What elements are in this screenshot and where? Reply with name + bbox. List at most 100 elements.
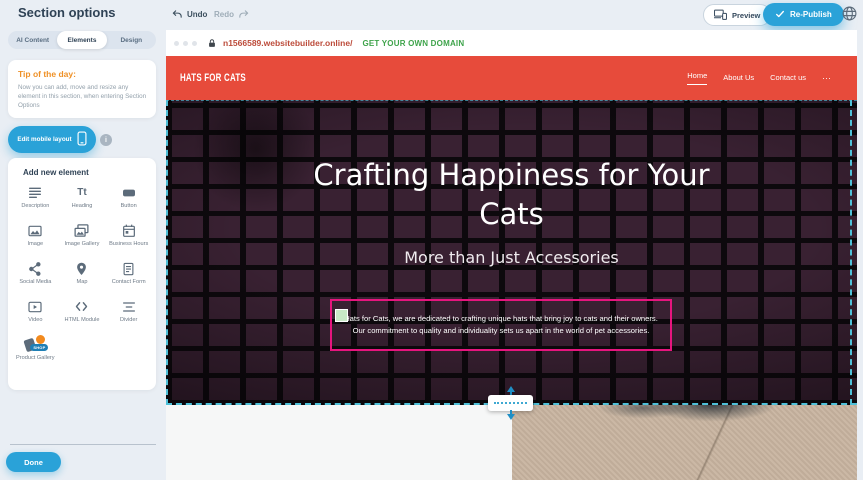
- add-element-description[interactable]: Description: [12, 184, 59, 216]
- done-button[interactable]: Done: [6, 452, 61, 472]
- contact-form-icon: [121, 260, 136, 277]
- republish-button[interactable]: Re-Publish: [763, 3, 844, 26]
- tab-label: Elements: [68, 37, 97, 44]
- site-logo[interactable]: HATS FOR CATS: [180, 72, 246, 84]
- preview-button[interactable]: Preview: [703, 4, 771, 26]
- element-label: Button: [121, 203, 137, 210]
- element-label: Description: [21, 203, 49, 210]
- shop-label: SHOP: [30, 344, 48, 351]
- tip-body: Now you can add, move and resize any ele…: [18, 83, 148, 110]
- element-label: Video: [28, 317, 42, 324]
- element-label: Divider: [120, 317, 137, 324]
- tip-of-the-day-card: Tip of the day: Now you can add, move an…: [8, 60, 156, 118]
- add-element-image[interactable]: Image: [12, 222, 59, 254]
- undo-label: Undo: [187, 10, 207, 19]
- element-label: Product Gallery: [16, 355, 55, 362]
- lock-icon: [207, 38, 217, 49]
- info-icon[interactable]: i: [100, 134, 112, 146]
- add-element-heading[interactable]: Tt Heading: [59, 184, 106, 216]
- add-element-product-gallery[interactable]: SHOP Product Gallery: [12, 336, 59, 368]
- get-domain-link[interactable]: GET YOUR OWN DOMAIN: [362, 39, 464, 48]
- phone-icon: [77, 131, 87, 148]
- undo-icon: [172, 9, 183, 20]
- browser-bar: n1566589.websitebuilder.online/ GET YOUR…: [166, 30, 857, 56]
- social-media-icon: [27, 260, 43, 277]
- description-icon: [27, 184, 43, 201]
- section-resize-handle[interactable]: [488, 395, 533, 411]
- add-element-contact-form[interactable]: Contact Form: [105, 260, 152, 292]
- done-label: Done: [24, 458, 43, 467]
- add-element-panel: Add new element Description Tt Heading B…: [8, 158, 156, 390]
- redo-label: Redo: [214, 10, 234, 19]
- add-element-divider[interactable]: Divider: [105, 298, 152, 330]
- hero-subheading[interactable]: More than Just Accessories: [166, 248, 857, 267]
- button-icon: [121, 184, 137, 201]
- section-border-top: [166, 100, 857, 101]
- hero-text-element-selected[interactable]: Hats for Cats, we are dedicated to craft…: [330, 299, 672, 351]
- hero-body-text: Hats for Cats, we are dedicated to craft…: [340, 313, 662, 337]
- next-section-image[interactable]: [512, 405, 857, 480]
- site-url: n1566589.websitebuilder.online/: [223, 38, 352, 48]
- app-window: Section options Undo Redo Preview Re-Pub…: [0, 0, 863, 480]
- resize-arrow-down-icon: [507, 414, 515, 420]
- add-element-title: Add new element: [23, 168, 89, 177]
- element-grid: Description Tt Heading Button Image: [12, 184, 152, 368]
- product-gallery-icon: SHOP: [24, 336, 46, 353]
- tip-title: Tip of the day:: [18, 69, 76, 79]
- hero-section[interactable]: Crafting Happiness for Your Cats More th…: [166, 100, 857, 405]
- hero-heading-text: Crafting Happiness for Your Cats: [297, 156, 727, 234]
- add-element-map[interactable]: Map: [59, 260, 106, 292]
- devices-icon: [714, 9, 727, 22]
- page-title: Section options: [18, 5, 116, 20]
- video-icon: [27, 298, 43, 315]
- edit-mobile-layout-button[interactable]: Edit mobile layout: [8, 126, 96, 153]
- republish-label: Re-Publish: [790, 10, 832, 19]
- element-label: Contact Form: [112, 279, 146, 286]
- window-dot: [174, 41, 179, 46]
- info-glyph: i: [105, 137, 107, 144]
- element-label: Image: [28, 241, 44, 248]
- business-hours-icon: [121, 222, 137, 239]
- tab-elements[interactable]: Elements: [57, 31, 106, 49]
- map-icon: [74, 260, 89, 277]
- tab-label: Design: [120, 37, 142, 44]
- element-label: Image Gallery: [65, 241, 100, 248]
- nav-contact-us[interactable]: Contact us: [770, 73, 806, 84]
- add-element-business-hours[interactable]: Business Hours: [105, 222, 152, 254]
- globe-icon[interactable]: [841, 5, 858, 27]
- add-element-video[interactable]: Video: [12, 298, 59, 330]
- heading-icon: Tt: [77, 184, 86, 201]
- sidebar-tabbar: AI Content Elements Design: [8, 31, 156, 49]
- hero-heading[interactable]: Crafting Happiness for Your Cats: [166, 156, 857, 234]
- site-nav: Home About Us Contact us ⋯: [687, 71, 831, 85]
- redo-button[interactable]: Redo: [214, 9, 249, 20]
- tab-label: AI Content: [16, 37, 49, 44]
- site-header: HATS FOR CATS Home About Us Contact us ⋯: [166, 56, 857, 100]
- nav-home[interactable]: Home: [687, 71, 707, 85]
- element-label: Business Hours: [109, 241, 148, 248]
- nav-about-us[interactable]: About Us: [723, 73, 754, 84]
- image-gallery-icon: [73, 222, 90, 239]
- check-icon: [775, 9, 785, 21]
- element-label: HTML Module: [65, 317, 100, 324]
- divider-icon: [121, 298, 137, 315]
- tab-ai-content[interactable]: AI Content: [8, 31, 57, 49]
- add-element-html-module[interactable]: HTML Module: [59, 298, 106, 330]
- add-element-button[interactable]: Button: [105, 184, 152, 216]
- selection-handle[interactable]: [335, 309, 348, 322]
- sidebar-divider: [10, 444, 156, 445]
- nav-more-icon[interactable]: ⋯: [822, 73, 831, 84]
- undo-button[interactable]: Undo: [172, 9, 207, 20]
- next-section-empty[interactable]: [166, 405, 512, 480]
- tab-design[interactable]: Design: [107, 31, 156, 49]
- add-element-social-media[interactable]: Social Media: [12, 260, 59, 292]
- html-module-icon: [73, 298, 90, 315]
- add-element-image-gallery[interactable]: Image Gallery: [59, 222, 106, 254]
- image-icon: [27, 222, 43, 239]
- window-dot: [183, 41, 188, 46]
- window-dot: [192, 41, 197, 46]
- element-label: Map: [77, 279, 88, 286]
- edit-mobile-label: Edit mobile layout: [17, 136, 71, 143]
- resize-arrow-up-icon: [507, 386, 515, 392]
- handle-grip-dots: [494, 402, 527, 404]
